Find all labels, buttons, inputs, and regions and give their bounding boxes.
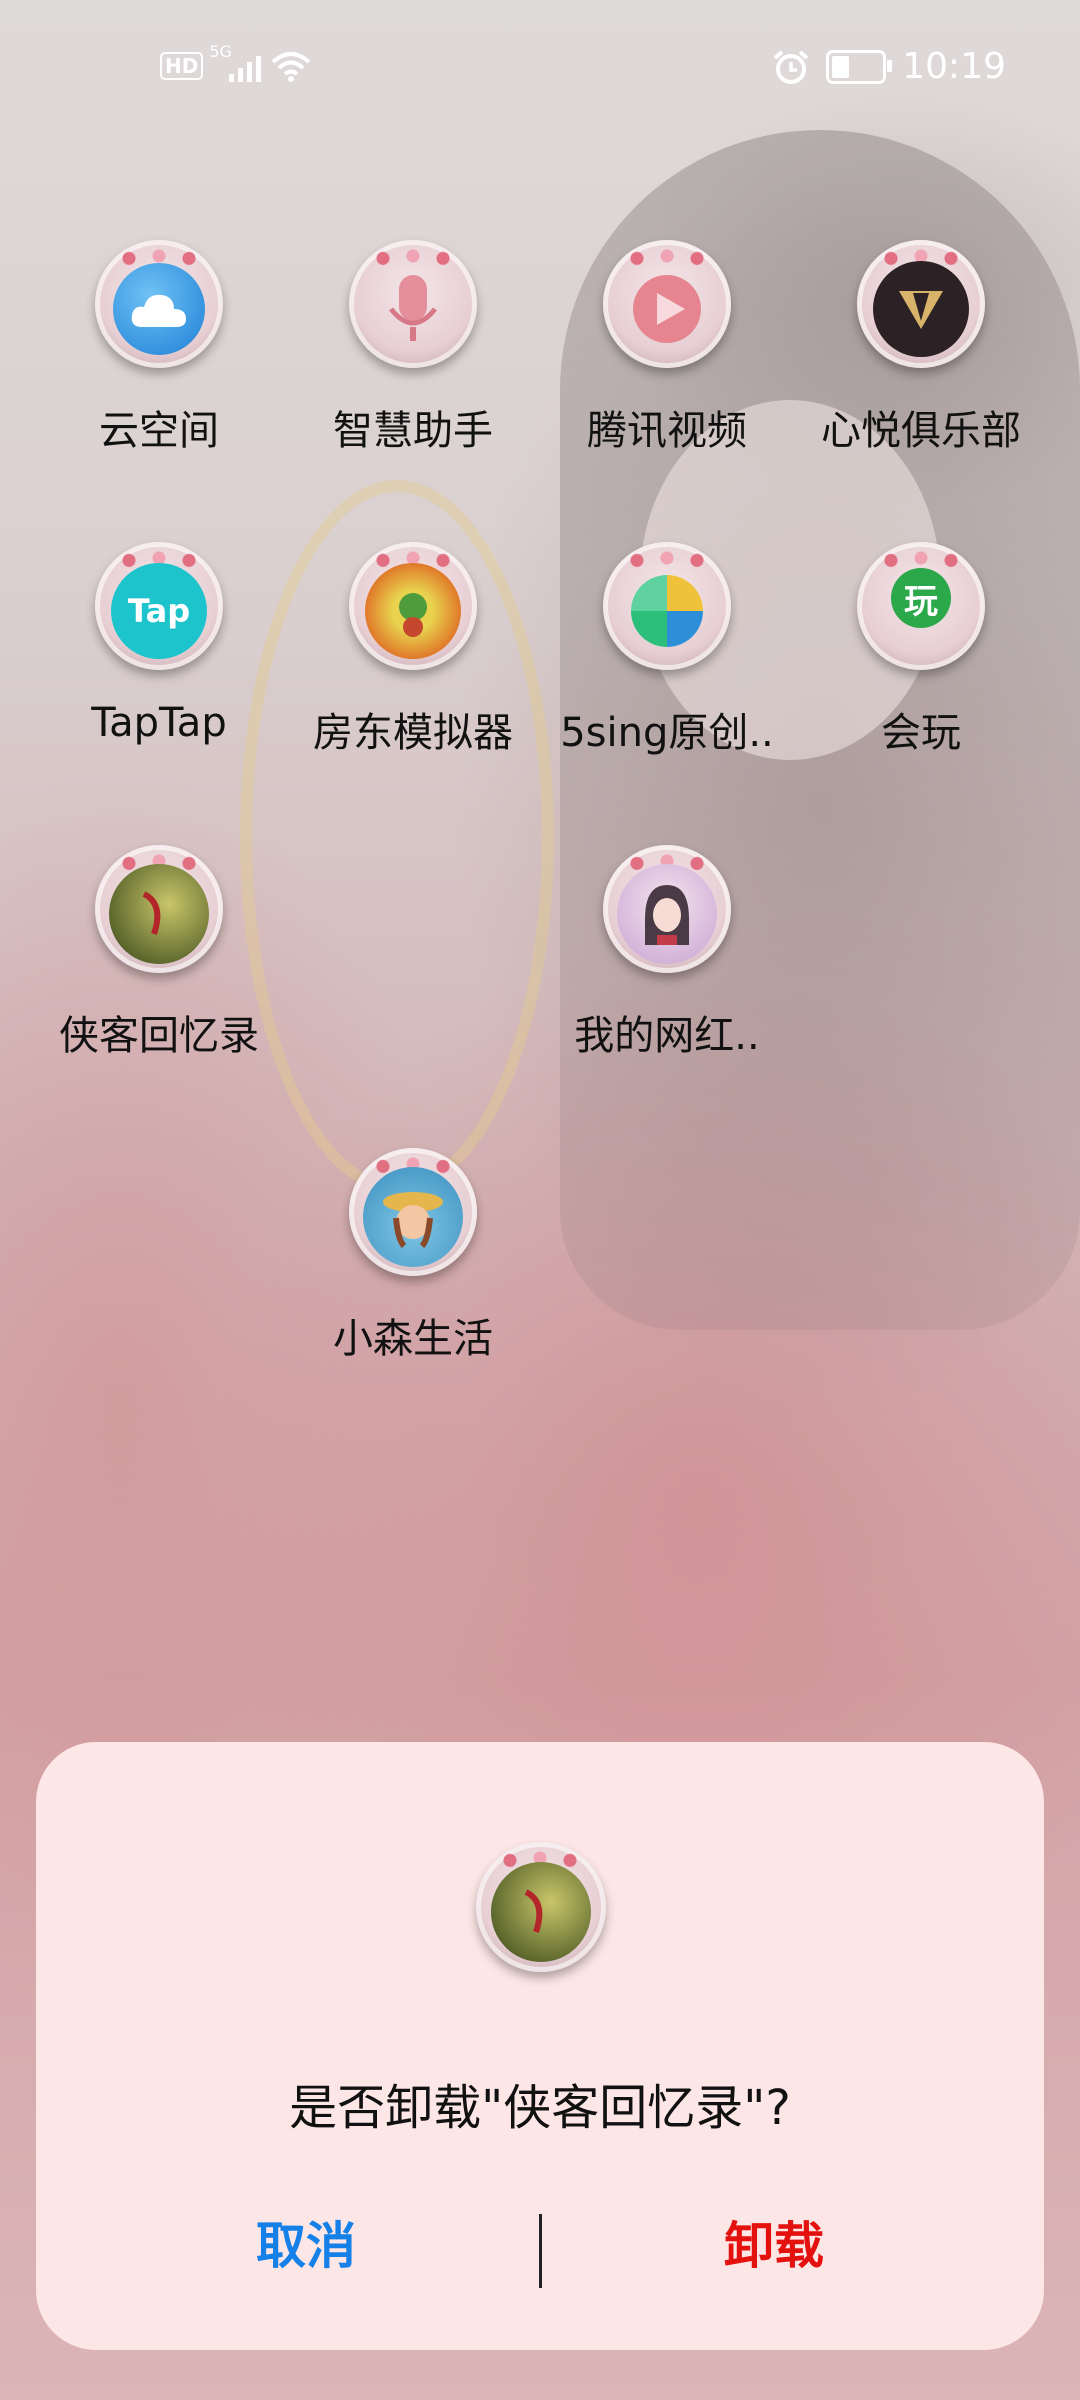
app-label: 小森生活 xyxy=(333,1316,493,1362)
app-label: TapTap xyxy=(91,700,227,746)
app-label: 房东模拟器 xyxy=(313,710,513,756)
heart-club-icon xyxy=(857,240,985,368)
alarm-icon xyxy=(773,49,809,84)
app-xiake-memoir[interactable]: 侠客回忆录 xyxy=(29,845,289,1061)
cloud-icon xyxy=(95,240,223,368)
app-xinyue-club[interactable]: 心悦俱乐部 xyxy=(791,240,1051,456)
status-bar: HD 5G 10:19 xyxy=(0,38,1080,98)
huiwan-icon: 玩 xyxy=(857,542,985,670)
app-label: 腾讯视频 xyxy=(587,408,747,454)
app-label: 5sing原创.. xyxy=(560,710,774,756)
play-icon xyxy=(603,240,731,368)
app-taptap[interactable]: Tap TapTap xyxy=(29,542,289,746)
uninstall-dialog: 是否卸载"侠客回忆录"? 取消 卸载 xyxy=(36,1742,1044,2350)
5sing-icon xyxy=(603,542,731,670)
app-label: 智慧助手 xyxy=(333,408,493,454)
app-label: 侠客回忆录 xyxy=(59,1013,259,1059)
app-label: 心悦俱乐部 xyxy=(821,408,1021,454)
app-my-influencer[interactable]: 我的网红.. xyxy=(537,845,797,1061)
app-huiwan[interactable]: 玩 会玩 xyxy=(791,542,1051,758)
app-smart-assistant[interactable]: 智慧助手 xyxy=(283,240,543,456)
anime-girl-icon xyxy=(603,845,731,973)
wifi-icon xyxy=(272,52,311,82)
hd-icon: HD xyxy=(160,52,204,80)
app-landlord-simulator[interactable]: 房东模拟器 xyxy=(283,542,543,758)
xiake-game-icon xyxy=(476,1842,606,1972)
network-type: 5G xyxy=(209,42,232,61)
xiaosen-game-icon xyxy=(349,1148,477,1276)
app-5sing[interactable]: 5sing原创.. xyxy=(537,542,797,758)
dialog-message: 是否卸载"侠客回忆录"? xyxy=(289,2080,791,2136)
landlord-game-icon xyxy=(349,542,477,670)
app-label: 会玩 xyxy=(881,710,961,756)
app-label: 我的网红.. xyxy=(574,1013,760,1059)
xiake-game-icon xyxy=(95,845,223,973)
app-xiaosen-life[interactable]: 小森生活 xyxy=(283,1148,543,1364)
taptap-icon: Tap xyxy=(95,542,223,670)
microphone-icon xyxy=(349,240,477,368)
dialog-app-icon xyxy=(476,1842,606,1972)
cancel-button[interactable]: 取消 xyxy=(106,2206,506,2278)
button-divider xyxy=(539,2214,542,2288)
battery-icon xyxy=(826,49,893,84)
app-label: 云空间 xyxy=(99,408,219,454)
clock: 10:19 xyxy=(902,46,1006,87)
uninstall-button[interactable]: 卸载 xyxy=(574,2206,974,2278)
app-cloud-space[interactable]: 云空间 xyxy=(29,240,289,456)
app-tencent-video[interactable]: 腾讯视频 xyxy=(537,240,797,456)
signal-icon: 5G xyxy=(209,42,262,82)
